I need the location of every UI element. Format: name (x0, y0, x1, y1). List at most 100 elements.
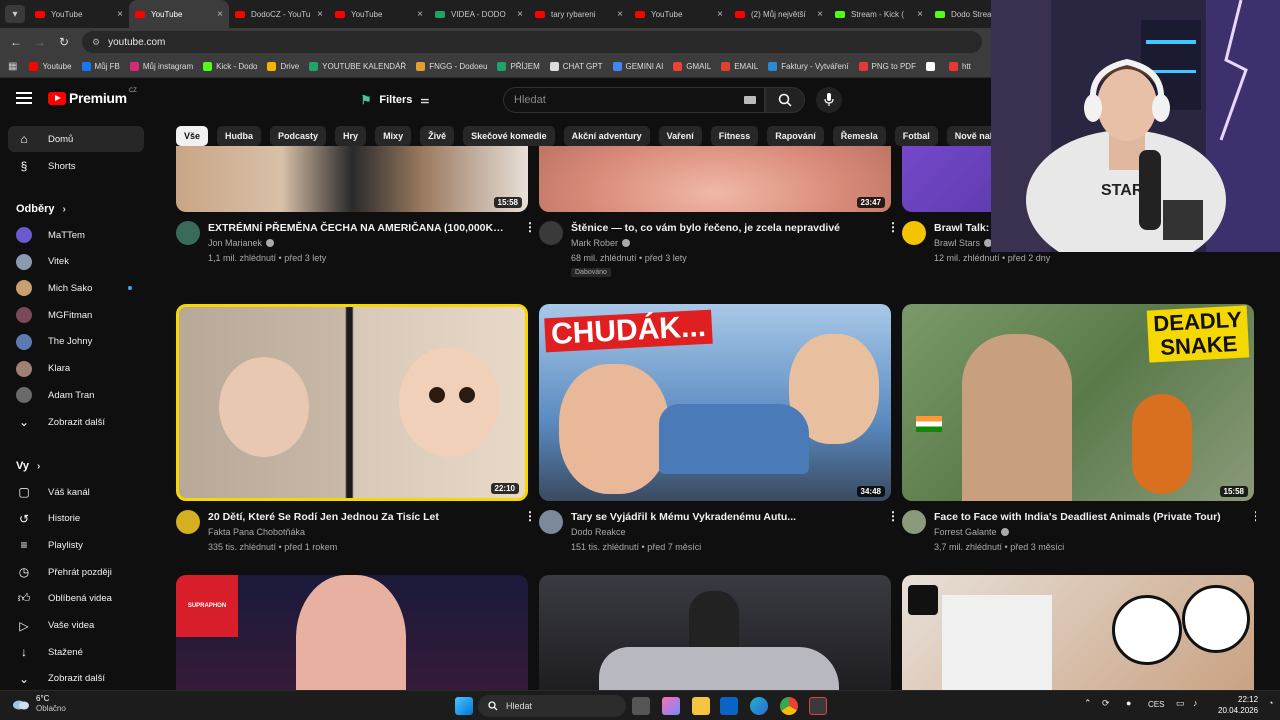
tab-close-icon[interactable]: × (317, 9, 323, 20)
filter-chip[interactable]: Řemesla (832, 126, 886, 146)
filter-chip[interactable]: Hry (335, 126, 367, 146)
filter-chip[interactable]: Fitness (710, 126, 759, 146)
bookmark-item[interactable]: Můj FB (81, 62, 120, 71)
sidebar-item[interactable]: ↺ Historie (8, 506, 144, 532)
filter-chip[interactable]: Vaření (658, 126, 702, 146)
channel-avatar[interactable] (902, 221, 926, 245)
address-bar[interactable]: ⚙ youtube.com (82, 31, 982, 53)
voice-search-button[interactable] (816, 87, 842, 113)
site-info-icon[interactable]: ⚙ (92, 37, 100, 48)
outlook-icon[interactable] (720, 697, 738, 715)
tab-close-icon[interactable]: × (617, 9, 623, 20)
filter-chip[interactable]: Mixy (375, 126, 412, 146)
menu-icon[interactable] (16, 92, 32, 104)
channel-avatar[interactable] (176, 221, 200, 245)
back-button[interactable]: ← (4, 35, 28, 49)
channel-name[interactable]: Brawl Stars (934, 238, 993, 248)
filter-chip[interactable]: Fotbal (894, 126, 938, 146)
video-thumbnail[interactable] (539, 575, 891, 690)
subscriptions-heading[interactable]: Odběry › (16, 203, 66, 215)
search-button[interactable] (765, 87, 805, 113)
more-actions-icon[interactable]: ⋮ (1250, 510, 1256, 522)
video-title[interactable]: 20 Dětí, Které Se Rodí Jen Jednou Za Tis… (208, 510, 508, 524)
tab-close-icon[interactable]: × (117, 9, 123, 20)
video-title[interactable]: Tary se Vyjádřil k Mému Vykradenému Autu… (571, 510, 871, 524)
channel-name[interactable]: Forrest Galante (934, 527, 1009, 537)
forward-button[interactable]: → (28, 35, 52, 49)
edge-icon[interactable] (750, 697, 768, 715)
language-indicator[interactable]: CES (1148, 700, 1164, 709)
subscription-item[interactable]: MaTTem (8, 222, 144, 248)
subscription-item[interactable]: Mich Sako (8, 275, 144, 301)
channel-avatar[interactable] (539, 510, 563, 534)
subscription-item[interactable]: Vitek (8, 249, 144, 275)
video-thumbnail[interactable]: SUPRAPHON (176, 575, 528, 690)
bookmark-item[interactable]: GMAIL (673, 62, 711, 71)
tray-sync-icon[interactable]: ⟳ (1102, 698, 1110, 709)
sidebar-item[interactable]: ⌄ Zobrazit další (8, 666, 144, 692)
sidebar-item[interactable]: 👍︎ Oblíbená videa (8, 586, 144, 612)
channel-name[interactable]: Dodo Reakce (571, 527, 626, 537)
tab-close-icon[interactable]: × (517, 9, 523, 20)
search-input[interactable]: Hledat (503, 87, 765, 113)
copilot-icon[interactable] (662, 697, 680, 715)
browser-tab[interactable]: DodoCZ - YouTu × (229, 0, 329, 28)
bookmark-item[interactable]: EMAIL (721, 62, 758, 71)
filter-chip[interactable]: Živě (420, 126, 455, 146)
channel-avatar[interactable] (176, 510, 200, 534)
you-heading[interactable]: Vy › (16, 460, 40, 472)
taskbar-clock[interactable]: 22:12 20.04.2026 (1218, 694, 1258, 716)
bookmark-item[interactable] (925, 62, 939, 71)
channel-name[interactable]: Mark Rober (571, 238, 631, 248)
tab-search-button[interactable]: ▾ (5, 5, 25, 23)
subscription-item[interactable]: MGFitman (8, 302, 144, 328)
video-thumbnail[interactable] (902, 575, 1254, 690)
video-thumbnail[interactable]: 15:58 (176, 146, 528, 212)
more-actions-icon[interactable]: ⋮ (524, 510, 536, 522)
reload-button[interactable]: ↻ (52, 35, 76, 49)
tab-close-icon[interactable]: × (417, 9, 423, 20)
video-thumbnail[interactable]: 22:10 (176, 304, 528, 501)
bookmark-item[interactable]: Faktury - Vytváření (768, 62, 849, 71)
youtube-logo[interactable]: Premium CZ (48, 88, 137, 106)
channel-name[interactable]: Jon Marianek (208, 238, 275, 248)
filter-chip[interactable]: Vše (176, 126, 209, 146)
browser-tab[interactable]: tary rybareni × (529, 0, 629, 28)
windows-start-icon[interactable] (455, 697, 473, 715)
bookmark-item[interactable]: Youtube (29, 62, 72, 71)
bookmark-item[interactable]: CHAT GPT (549, 62, 603, 71)
bookmark-item[interactable]: Můj instagram (129, 62, 193, 71)
sidebar-item[interactable]: § Shorts (8, 153, 144, 179)
sidebar-item[interactable]: ⌄ Zobrazit další (8, 409, 144, 435)
tab-close-icon[interactable]: × (817, 9, 823, 20)
channel-name[interactable]: Fakta Pana Chobotňáka (208, 527, 305, 537)
sidebar-item[interactable]: ▷ Vaše videa (8, 613, 144, 639)
weather-widget[interactable]: 6°C Oblačno (12, 694, 66, 714)
browser-tab[interactable]: VIDEA - DODO × (429, 0, 529, 28)
browser-tab[interactable]: YouTube × (129, 0, 229, 28)
channel-avatar[interactable] (902, 510, 926, 534)
file-explorer-icon[interactable] (692, 697, 710, 715)
tray-mic-icon[interactable]: ● (1126, 698, 1131, 708)
tray-display-icon[interactable]: ▭ (1176, 698, 1185, 709)
video-thumbnail[interactable]: 23:47 (539, 146, 891, 212)
bookmark-item[interactable]: GEMINI AI (612, 62, 663, 71)
tray-speaker-icon[interactable]: ♪ (1193, 698, 1198, 708)
bookmark-item[interactable]: Kick - Dodo (203, 62, 257, 71)
sidebar-item[interactable]: ◷ Přehrát později (8, 559, 144, 585)
sidebar-item[interactable]: ≡ Playlisty (8, 532, 144, 558)
browser-tab[interactable]: YouTube × (629, 0, 729, 28)
chrome-icon[interactable] (780, 697, 798, 715)
tab-close-icon[interactable]: × (717, 9, 723, 20)
browser-tab[interactable]: YouTube × (29, 0, 129, 28)
filter-chip[interactable]: Rapování (767, 126, 824, 146)
filter-chip[interactable]: Nově nahráno (946, 126, 991, 146)
subscription-item[interactable]: Klara (8, 356, 144, 382)
bookmark-item[interactable]: PNG to PDF (858, 62, 916, 71)
filter-chip[interactable]: Skečové komedie (463, 126, 555, 146)
sidebar-item[interactable]: ⌂ Domů (8, 126, 144, 152)
bookmark-item[interactable]: PŘÍJEM (497, 62, 540, 71)
browser-tab[interactable]: Stream - Kick (× (829, 0, 929, 28)
video-title[interactable]: Štěnice — to, co vám bylo řečeno, je zce… (571, 221, 871, 235)
taskbar-search[interactable]: Hledat (478, 695, 626, 717)
